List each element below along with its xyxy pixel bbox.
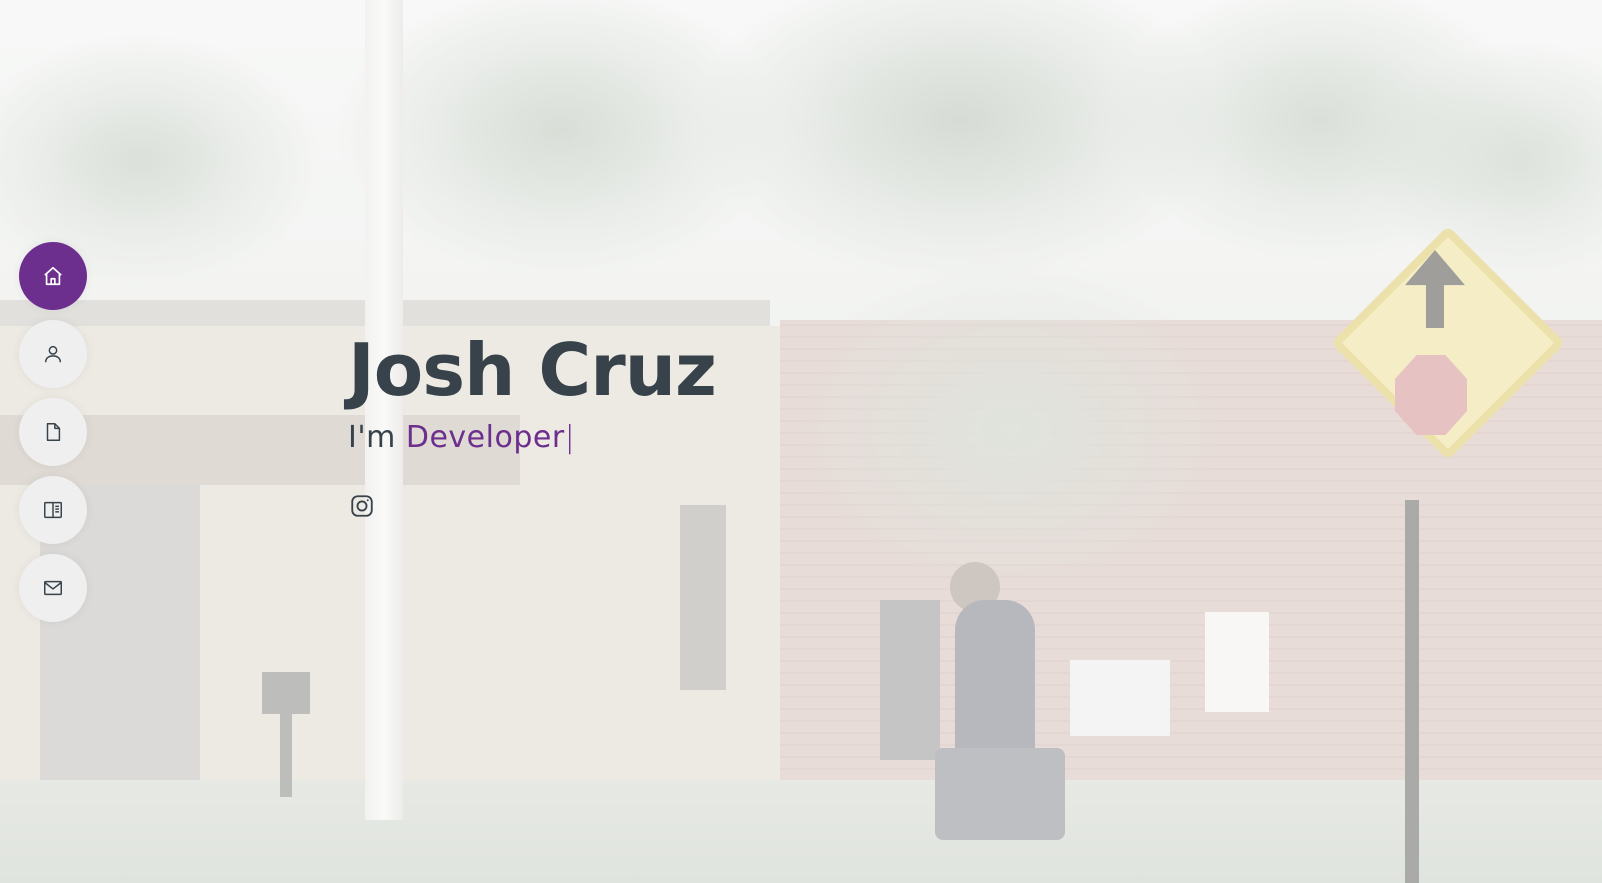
nav-contact-button[interactable] [19,554,87,622]
typed-cursor: | [564,420,576,455]
book-icon [44,501,62,519]
tagline-prefix: I'm [348,420,406,455]
typed-role: Developer [405,420,565,455]
hero-name: Josh Cruz [348,328,717,412]
nav-portfolio-button[interactable] [19,476,87,544]
hero-content: Josh Cruz I'm Developer| [348,328,717,520]
file-icon [46,423,61,441]
nav-about-button[interactable] [19,320,87,388]
hero-section: Josh Cruz I'm Developer| [0,0,1602,883]
instagram-link[interactable] [348,492,376,520]
background-overlay [0,0,1602,883]
hero-tagline: I'm Developer| [348,420,716,456]
home-icon [44,266,62,286]
user-icon [44,345,62,363]
side-nav [19,242,87,622]
nav-resume-button[interactable] [19,398,87,466]
instagram-icon [351,495,373,517]
envelope-icon [44,580,62,596]
nav-home-button[interactable] [19,242,87,310]
social-links [348,492,716,520]
